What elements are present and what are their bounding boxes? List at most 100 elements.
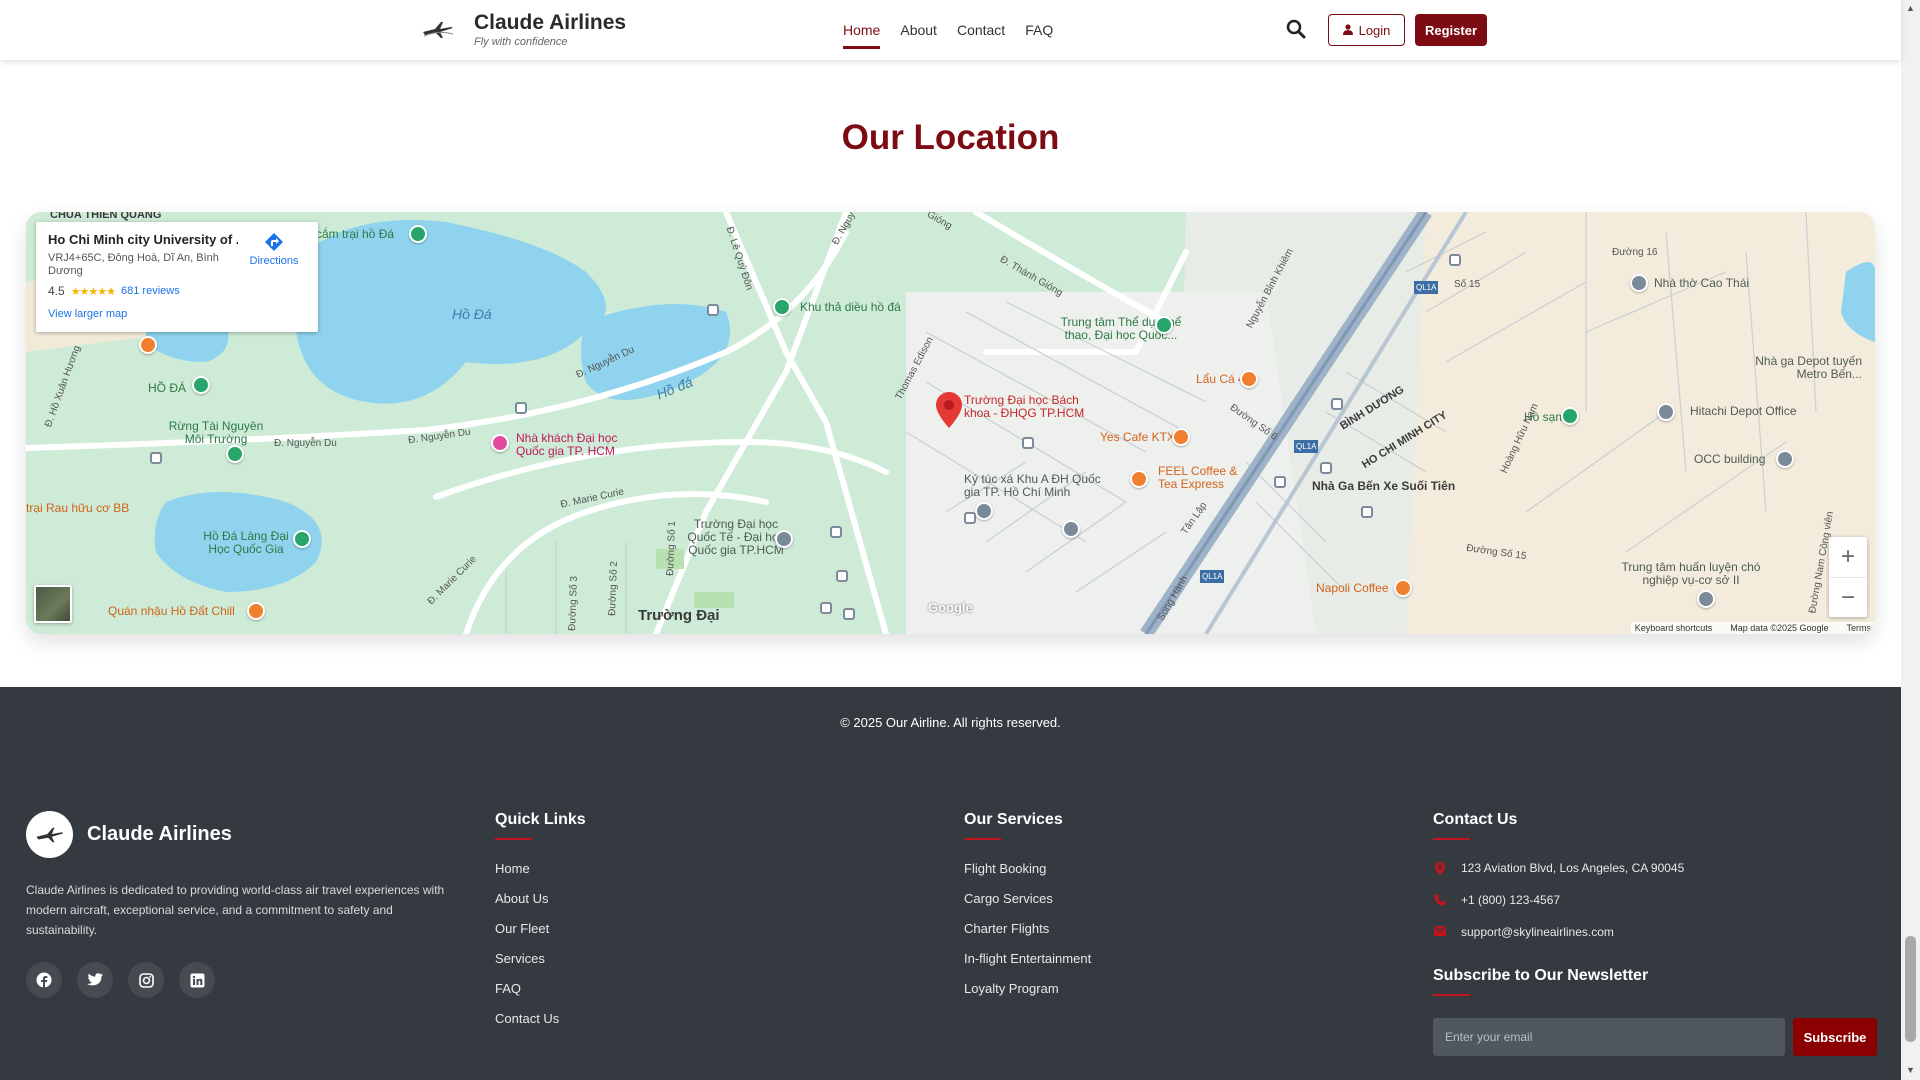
newsletter-email-input[interactable] <box>1433 1018 1785 1056</box>
school-pin-icon[interactable] <box>775 530 793 548</box>
cafe-pin-icon[interactable] <box>1130 470 1148 488</box>
bus-stop-icon[interactable] <box>1331 398 1343 410</box>
dormitory-pin-icon[interactable] <box>975 502 993 520</box>
bus-stop-icon[interactable] <box>964 512 976 524</box>
map-label-yes-cafe: Yes Cafe KTX <box>1100 430 1175 444</box>
road-label-so-15: Số 15 <box>1454 279 1481 290</box>
metro-station-icon[interactable] <box>1320 462 1332 474</box>
lake-pin-icon[interactable] <box>1561 407 1579 425</box>
footer-link-contact-us[interactable]: Contact Us <box>495 1011 586 1041</box>
building-pin-icon[interactable] <box>1776 450 1794 468</box>
airline-logo-icon <box>26 811 73 858</box>
bus-stop-icon[interactable] <box>1274 476 1286 488</box>
address-text: 123 Aviation Blvd, Los Angeles, CA 90045 <box>1461 861 1685 875</box>
scroll-up-arrow-icon[interactable]: ▲ <box>1906 3 1915 13</box>
map-label-ky-tuc-xa: Ký túc xá Khu A ĐH Quốc gia TP. Hồ Chí M… <box>964 472 1101 499</box>
road-label-duong-so-2: Đường Số 2 <box>607 560 620 617</box>
phone-text[interactable]: +1 (800) 123-4567 <box>1461 893 1560 907</box>
satellite-toggle-button[interactable] <box>34 585 72 623</box>
road-label-ql1a-3: QL1A <box>1200 570 1225 583</box>
title-underline <box>964 838 1001 840</box>
view-larger-map-link[interactable]: View larger map <box>48 308 306 320</box>
bus-stop-icon[interactable] <box>150 452 162 464</box>
email-text[interactable]: support@skylineairlines.com <box>1461 925 1614 939</box>
footer-brand-column: Claude Airlines Claude Airlines is dedic… <box>26 811 462 998</box>
bus-stop-icon[interactable] <box>515 402 527 414</box>
airline-logo-icon <box>418 10 458 50</box>
place-rating: 4.5 ★★★★★ 681 reviews <box>48 284 306 298</box>
footer-link-faq[interactable]: FAQ <box>495 981 586 1011</box>
kite-field-pin-icon[interactable] <box>773 298 791 316</box>
map-label-rung: Rừng Tài Nguyên Môi Trường <box>168 419 264 446</box>
user-icon <box>1342 23 1353 38</box>
bus-stop-icon[interactable] <box>1022 437 1034 449</box>
social-links <box>26 962 462 998</box>
footer-link-flight-booking[interactable]: Flight Booking <box>964 861 1091 891</box>
map-label-khu-tha: Khu thả diều hồ đá <box>800 300 901 314</box>
footer-link-cargo-services[interactable]: Cargo Services <box>964 891 1091 921</box>
footer-link-our-fleet[interactable]: Our Fleet <box>495 921 586 951</box>
zoom-in-button[interactable]: + <box>1829 537 1867 577</box>
footer-link-charter-flights[interactable]: Charter Flights <box>964 921 1091 951</box>
google-map[interactable]: CHÙA THIÊN QUANG cắm trại hồ Đá Hồ Đá Hồ… <box>26 212 1875 634</box>
terms-link[interactable]: Terms <box>1847 623 1872 633</box>
sports-pin-icon[interactable] <box>1155 316 1173 334</box>
bus-stop-icon[interactable] <box>1449 254 1461 266</box>
place-name: Ho Chi Minh city University of ... <box>48 232 238 247</box>
title-underline <box>1433 994 1470 996</box>
bus-stop-icon[interactable] <box>830 526 842 538</box>
nav-about[interactable]: About <box>900 22 937 49</box>
contact-column: Contact Us 123 Aviation Blvd, Los Angele… <box>1433 811 1877 1056</box>
twitter-icon[interactable] <box>77 962 113 998</box>
training-center-pin-icon[interactable] <box>1697 590 1715 608</box>
restaurant-pin-icon[interactable] <box>139 336 157 354</box>
road-label-ql1a-1: QL1A <box>1414 281 1439 294</box>
facebook-icon[interactable] <box>26 962 62 998</box>
keyboard-shortcuts-link[interactable]: Keyboard shortcuts <box>1635 623 1713 633</box>
nav-faq[interactable]: FAQ <box>1025 22 1053 49</box>
building-pin-icon[interactable] <box>1062 520 1080 538</box>
directions-button[interactable]: Directions <box>244 232 304 267</box>
brand[interactable]: Claude Airlines Fly with confidence <box>418 10 626 50</box>
footer-link-loyalty-program[interactable]: Loyalty Program <box>964 981 1091 1011</box>
location-marker-icon[interactable] <box>936 392 962 428</box>
footer-link-home[interactable]: Home <box>495 861 586 891</box>
map-label-feel: FEEL Coffee & Tea Express <box>1158 464 1238 491</box>
hotel-pin-icon[interactable] <box>491 434 509 452</box>
bus-stop-icon[interactable] <box>820 602 832 614</box>
scroll-down-arrow-icon[interactable]: ▼ <box>1906 1065 1915 1075</box>
campsite-pin-icon[interactable] <box>409 225 427 243</box>
subscribe-button[interactable]: Subscribe <box>1793 1018 1877 1056</box>
bus-stop-icon[interactable] <box>1361 506 1373 518</box>
bus-stop-icon[interactable] <box>843 608 855 620</box>
bus-stop-icon[interactable] <box>707 304 719 316</box>
scrollbar-thumb[interactable] <box>1905 936 1916 1042</box>
park-pin-icon[interactable] <box>192 376 210 394</box>
cafe-pin-icon[interactable] <box>1172 428 1190 446</box>
footer-link-services[interactable]: Services <box>495 951 586 981</box>
nav-home[interactable]: Home <box>843 22 881 49</box>
church-pin-icon[interactable] <box>1630 274 1648 292</box>
instagram-icon[interactable] <box>128 962 164 998</box>
page-scrollbar[interactable]: ▲ ▼ <box>1901 0 1920 1080</box>
reviews-link[interactable]: 681 reviews <box>121 285 180 297</box>
zoom-out-button[interactable]: − <box>1829 577 1867 617</box>
services-column: Our Services Flight Booking Cargo Servic… <box>964 811 1091 1011</box>
nav-contact[interactable]: Contact <box>957 22 1005 49</box>
quick-links-title: Quick Links <box>495 811 586 828</box>
office-pin-icon[interactable] <box>1657 403 1675 421</box>
restaurant-pin-icon[interactable] <box>1240 370 1258 388</box>
forest-pin-icon[interactable] <box>226 445 244 463</box>
linkedin-icon[interactable] <box>179 962 215 998</box>
park-pin-icon[interactable] <box>293 530 311 548</box>
cafe-pin-icon[interactable] <box>1394 579 1412 597</box>
footer-link-about-us[interactable]: About Us <box>495 891 586 921</box>
register-button[interactable]: Register <box>1415 14 1487 46</box>
footer-brand-name: Claude Airlines <box>87 823 232 845</box>
login-button[interactable]: Login <box>1328 14 1405 46</box>
search-icon[interactable] <box>1286 19 1308 41</box>
bus-stop-icon[interactable] <box>836 570 848 582</box>
restaurant-pin-icon[interactable] <box>247 602 265 620</box>
map-label-bach-khoa: Trường Đại học Bách khoa - ĐHQG TP.HCM <box>964 393 1085 420</box>
footer-link-inflight-entertainment[interactable]: In-flight Entertainment <box>964 951 1091 981</box>
